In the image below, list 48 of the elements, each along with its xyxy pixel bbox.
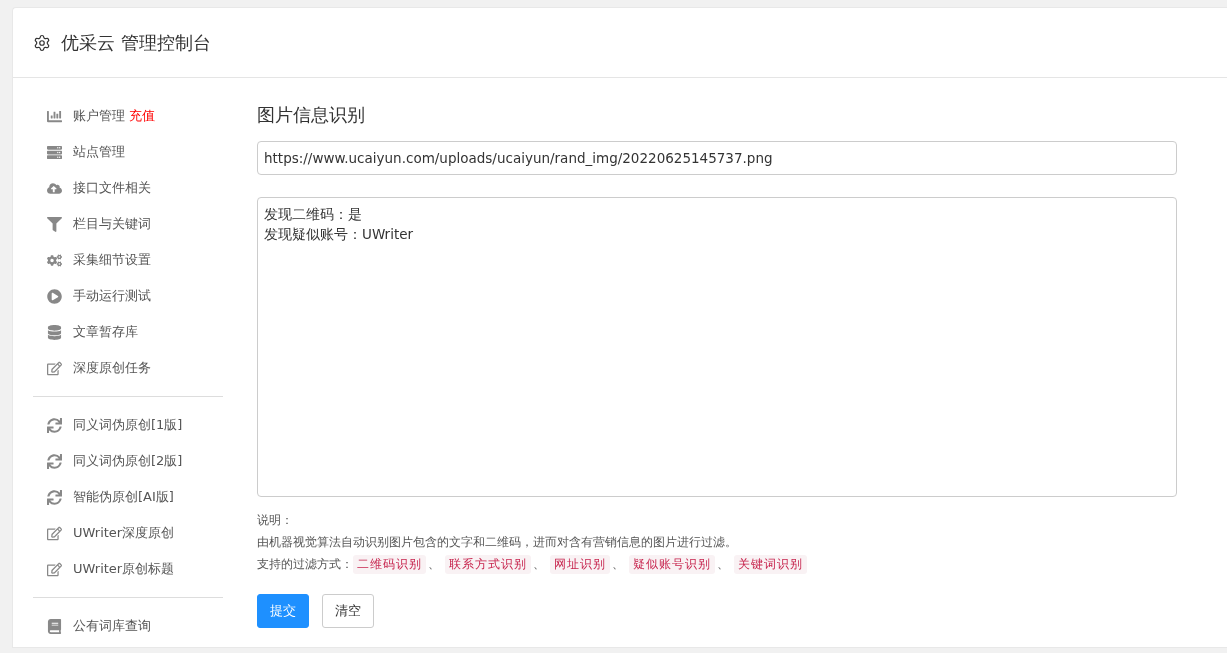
separator-mark: 、	[428, 555, 440, 573]
result-line: 发现二维码：是	[264, 205, 362, 224]
play-icon	[45, 288, 63, 304]
sidebar-item[interactable]: 采集细节设置	[33, 242, 223, 278]
filter-tag: 网址识别	[550, 554, 610, 574]
separator-mark: 、	[717, 555, 729, 573]
console-title: 优采云 管理控制台	[61, 30, 211, 55]
filter-tag: 联系方式识别	[445, 554, 531, 574]
server-icon	[45, 144, 63, 160]
sidebar-item[interactable]: 公有词库查询	[33, 608, 223, 644]
book-icon	[45, 618, 63, 634]
edit-icon	[45, 525, 63, 541]
page-heading: 图片信息识别	[257, 103, 366, 127]
filter-icon	[45, 216, 63, 232]
sidebar-item[interactable]: 栏目与关键词	[33, 206, 223, 242]
filters-label: 支持的过滤方式：	[257, 555, 353, 573]
sidebar-item[interactable]: 同义词伪原创[1版]	[33, 407, 223, 443]
edit-icon	[45, 561, 63, 577]
sidebar-item[interactable]: 账户管理 充值	[33, 98, 223, 134]
filter-tag: 关键词识别	[734, 554, 807, 574]
sidebar-item[interactable]: UWriter原创标题	[33, 551, 223, 587]
settings-icon	[33, 33, 51, 52]
clear-button[interactable]: 清空	[322, 594, 374, 628]
sidebar-item[interactable]: 同义词伪原创[2版]	[33, 443, 223, 479]
result-line: 发现疑似账号：UWriter	[264, 225, 414, 244]
separator-mark: 、	[533, 555, 545, 573]
filter-tag: 二维码识别	[353, 554, 426, 574]
edit-icon	[45, 360, 63, 376]
sidebar-item[interactable]: 智能伪原创[AI版]	[33, 479, 223, 515]
refresh-icon	[45, 489, 63, 505]
notes-text: 由机器视觉算法自动识别图片包含的文字和二维码，进而对含有营销信息的图片进行过滤。	[257, 534, 738, 551]
sidebar-item[interactable]: UWriter深度原创	[33, 515, 223, 551]
database-icon	[45, 324, 63, 340]
bar-chart-icon	[45, 108, 63, 124]
sidebar-item[interactable]: 文章暂存库	[33, 314, 223, 350]
refresh-icon	[45, 417, 63, 433]
sidebar-item[interactable]: 接口文件相关	[33, 170, 223, 206]
sidebar-item[interactable]: 深度原创任务	[33, 350, 223, 386]
filter-tag: 疑似账号识别	[629, 554, 715, 574]
refresh-icon	[45, 453, 63, 469]
gears-icon	[45, 252, 63, 268]
notes-label: 说明：	[257, 512, 294, 529]
separator-mark: 、	[612, 555, 624, 573]
cloud-upload-icon	[45, 180, 63, 196]
sidebar-item[interactable]: 手动运行测试	[33, 278, 223, 314]
result-field[interactable]: 发现二维码：是 发现疑似账号：UWriter	[257, 197, 1177, 497]
sidebar-item[interactable]: 站点管理	[33, 134, 223, 170]
url-field[interactable]: https://www.ucaiyun.com/uploads/ucaiyun/rand_img/20220625145737.png	[257, 141, 1177, 175]
